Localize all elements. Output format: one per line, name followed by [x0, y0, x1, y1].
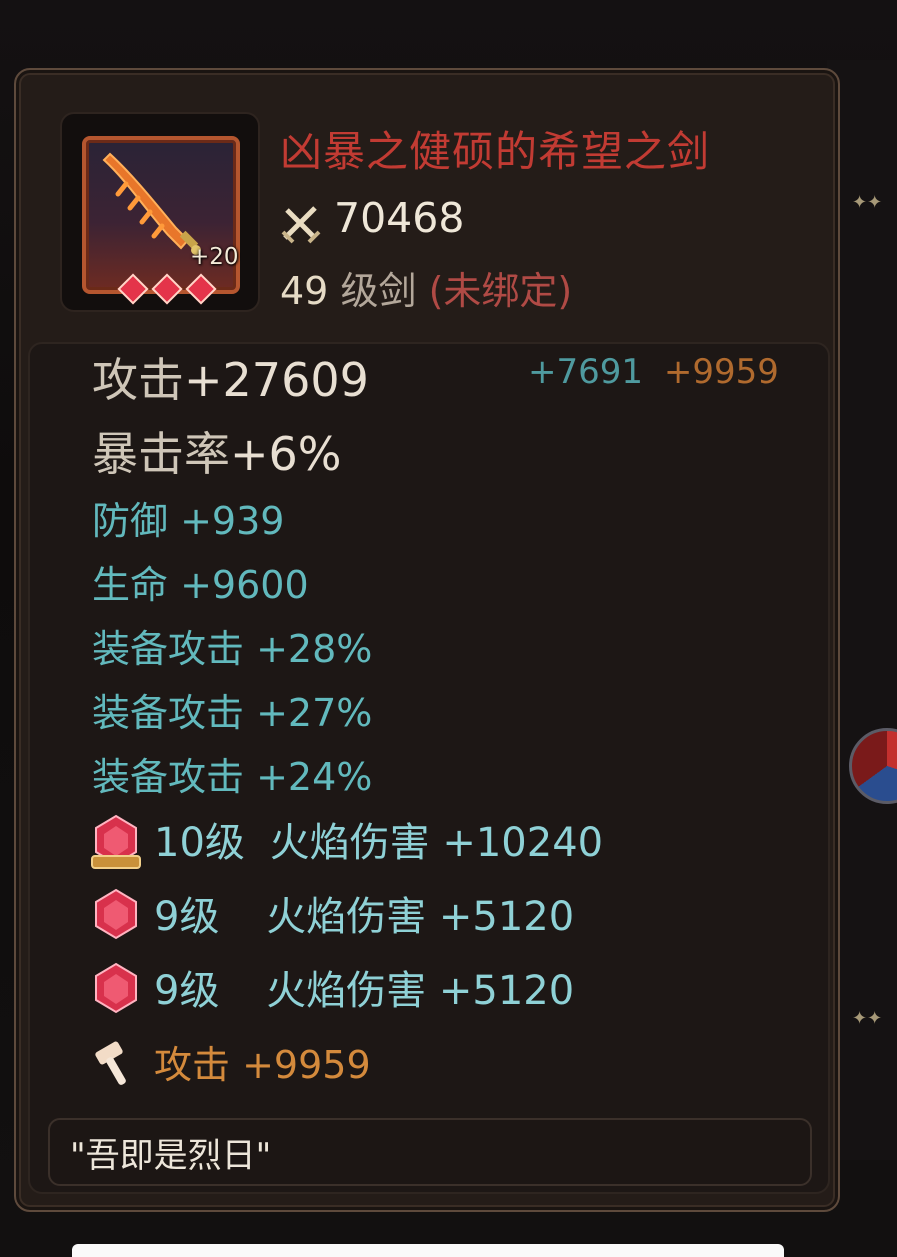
gem-socket-icon	[185, 273, 217, 305]
flavor-text-box: "吾即是烈日"	[48, 1118, 812, 1186]
flavor-text: "吾即是烈日"	[70, 1136, 272, 1176]
attack-enhance-bonus: +7691	[528, 352, 644, 392]
gem-effect: 火焰伤害 +5120	[266, 968, 575, 1014]
ruby-gem-icon	[91, 814, 141, 869]
gem-socket-icon	[117, 273, 149, 305]
gem-effect: 火焰伤害 +5120	[266, 894, 575, 940]
gem-level: 9级	[154, 894, 220, 940]
forge-effect: 攻击 +9959	[154, 1043, 371, 1087]
item-frame: +20	[82, 136, 240, 305]
gem-level: 10级	[154, 820, 245, 866]
ruby-gem-icon	[95, 962, 137, 1014]
item-name: 凶暴之健硕的希望之剑	[280, 127, 711, 176]
attack-forge-bonus: +9959	[663, 352, 779, 392]
enhance-level-label: +20	[190, 244, 239, 270]
gem-row: 9级 火焰伤害 +5120	[92, 884, 574, 942]
attack-value: +27609	[184, 353, 369, 407]
attack-bonus: +7691 +9959	[528, 352, 779, 392]
sub-stat-equip-attack: 装备攻击 +27%	[92, 691, 373, 735]
ruby-gem-icon	[95, 888, 137, 940]
crit-rate-stat: 暴击率+6%	[92, 418, 342, 484]
gem-row: 10级 火焰伤害 +10240	[91, 810, 604, 869]
gem-row: 9级 火焰伤害 +5120	[92, 958, 574, 1016]
gem-effect: 火焰伤害 +10240	[269, 820, 604, 866]
crit-rate-value: +6%	[230, 427, 342, 481]
combat-power-value: 70468	[334, 194, 465, 242]
item-level-line: 49 级剑 (未绑定)	[280, 260, 572, 315]
gem-socket-icon	[151, 273, 183, 305]
home-indicator	[72, 1244, 784, 1257]
sub-stat-equip-attack: 装备攻击 +24%	[92, 755, 373, 799]
attack-stat: 攻击+27609	[92, 344, 369, 410]
binding-status: (未绑定)	[428, 269, 573, 313]
stats-box: 攻击+27609 +7691 +9959 暴击率+6% 防御 +939 生命 +…	[28, 342, 830, 1194]
item-icon-slot[interactable]: +20	[60, 112, 260, 312]
sparkle-icon: ✦✦	[852, 1008, 883, 1029]
sub-stat-hp: 生命 +9600	[92, 563, 309, 607]
item-level: 49	[280, 269, 329, 313]
gem-level: 9级	[154, 968, 220, 1014]
forge-row: 攻击 +9959	[92, 1034, 371, 1089]
crossed-swords-icon	[281, 206, 321, 244]
sparkle-icon: ✦✦	[852, 192, 883, 213]
attack-label: 攻击	[92, 353, 184, 407]
item-type: 级剑	[340, 269, 417, 313]
hammer-icon	[95, 1041, 126, 1085]
crit-rate-label: 暴击率	[92, 427, 230, 481]
item-tooltip-panel: +20 凶暴之健硕的希望之剑 70468 49 级剑 (未绑定) 攻击+2760…	[14, 68, 840, 1212]
gem-socket-indicators	[117, 273, 217, 305]
sub-stat-equip-attack: 装备攻击 +28%	[92, 627, 373, 671]
sub-stat-defense: 防御 +939	[92, 499, 285, 543]
